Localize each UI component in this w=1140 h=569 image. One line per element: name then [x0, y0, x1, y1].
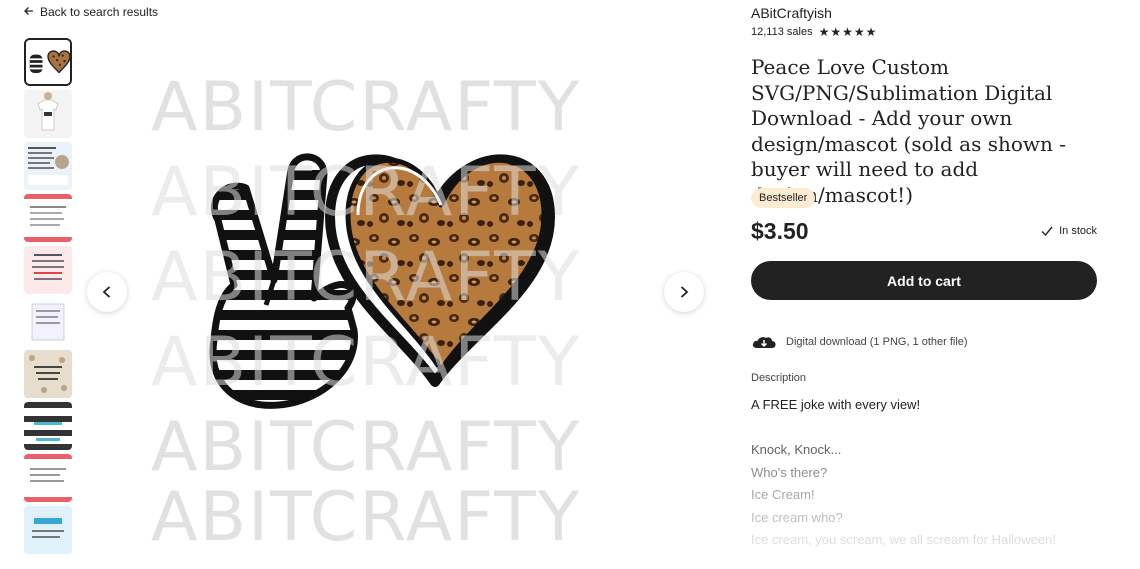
description-line: Who's there?: [751, 464, 828, 480]
description-line: Ice Cream!: [751, 487, 815, 502]
listing-title: Peace Love Custom SVG/PNG/Sublimation Di…: [751, 55, 1067, 207]
watermark-text: ABITCRAFTY: [151, 408, 581, 487]
thumbnail-7[interactable]: [24, 350, 72, 398]
description-line: Ice cream who?: [751, 509, 843, 525]
thumbnail-3[interactable]: [24, 142, 72, 190]
thumbnail-9[interactable]: [24, 454, 72, 502]
price: $3.50: [751, 218, 809, 244]
sales-count: 12,113 sales: [751, 26, 813, 38]
arrow-left-icon: [24, 5, 34, 19]
watermark-text: ABITCRAFTY: [151, 478, 581, 550]
thumbnail-strip: [24, 38, 74, 558]
description-line: Knock, Knock...: [751, 442, 842, 457]
bestseller-badge: Bestseller: [751, 188, 816, 208]
thumbnail-6[interactable]: [24, 298, 72, 346]
thumbnail-10[interactable]: [24, 506, 72, 554]
chevron-left-icon: [102, 286, 111, 298]
download-info-label: Digital download (1 PNG, 1 other file): [786, 336, 968, 348]
chevron-right-icon: [680, 286, 689, 298]
watermark: ABITCRAFTY ABITCRAFTY ABITCRAFTY ABITCRA…: [151, 68, 581, 550]
description-line: [751, 417, 1111, 440]
cloud-download-icon: [752, 337, 776, 348]
star-icon: ★: [865, 25, 877, 39]
next-image-button[interactable]: [664, 272, 704, 312]
thumbnail-5[interactable]: [24, 246, 72, 294]
thumbnail-2[interactable]: [24, 90, 72, 138]
stock-label: In stock: [1059, 225, 1097, 237]
stock-status: In stock: [1041, 225, 1097, 237]
thumbnail-4[interactable]: [24, 194, 72, 242]
watermark-text: ABITCRAFTY: [151, 323, 581, 402]
add-to-cart-button[interactable]: Add to cart: [751, 261, 1097, 300]
description-heading: Description: [751, 372, 807, 384]
star-icon: ★: [842, 25, 853, 39]
main-product-image: ABITCRAFTY ABITCRAFTY ABITCRAFTY ABITCRA…: [86, 30, 706, 550]
description-line: A FREE joke with every view!: [751, 397, 921, 412]
sales-rating-row: 12,113 sales ★ ★ ★ ★ ★: [751, 25, 876, 39]
thumbnail-8[interactable]: [24, 402, 72, 450]
checkmark-icon: [1041, 226, 1053, 237]
digital-download-info: Digital download (1 PNG, 1 other file): [751, 334, 968, 350]
description-body: A FREE joke with every view! Knock, Knoc…: [751, 394, 1111, 552]
star-icon: ★: [853, 25, 865, 39]
peace-love-artwork: ABITCRAFTY ABITCRAFTY ABITCRAFTY ABITCRA…: [151, 68, 581, 550]
description-line: Ice cream, you scream, we all scream for…: [751, 532, 1056, 547]
back-to-search-link[interactable]: Back to search results: [24, 5, 158, 19]
watermark-text: ABITCRAFTY: [151, 153, 581, 232]
star-icon: ★: [818, 25, 830, 39]
thumbnail-1[interactable]: [24, 38, 72, 86]
watermark-text: ABITCRAFTY: [151, 238, 581, 317]
star-icon: ★: [830, 25, 842, 39]
shop-name-link[interactable]: ABitCraftyish: [751, 5, 832, 21]
previous-image-button[interactable]: [87, 272, 127, 312]
watermark-text: ABITCRAFTY: [151, 68, 581, 147]
back-link-label: Back to search results: [40, 5, 159, 19]
star-rating[interactable]: ★ ★ ★ ★ ★: [819, 25, 877, 39]
